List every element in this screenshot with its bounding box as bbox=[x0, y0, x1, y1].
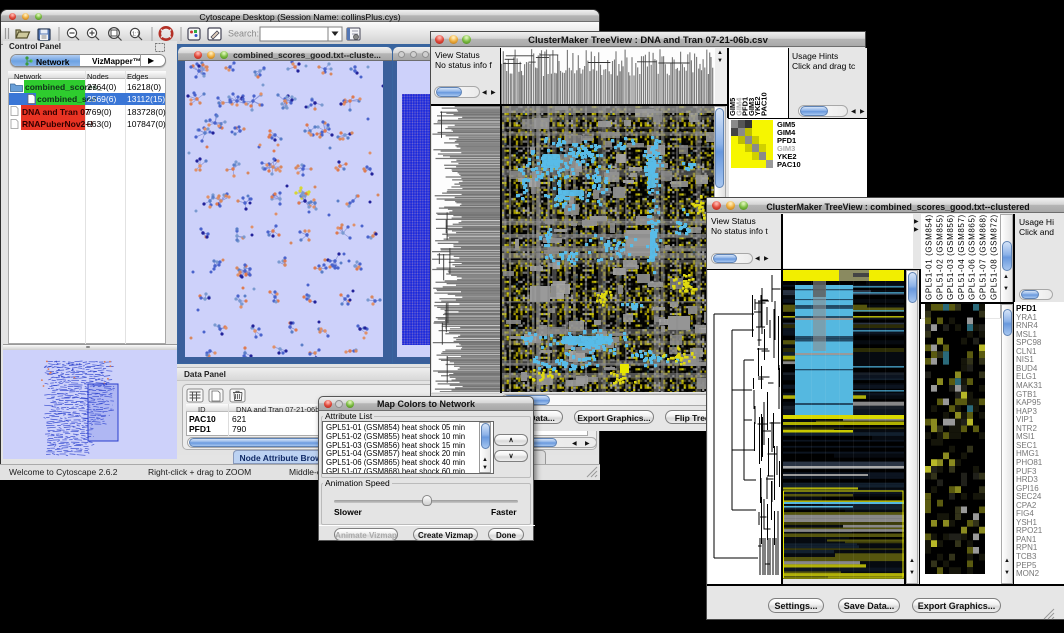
svg-text:GPL51-02 (GSM855): GPL51-02 (GSM855) bbox=[935, 214, 944, 300]
svg-text:GPL51-03 (GSM856): GPL51-03 (GSM856) bbox=[946, 214, 955, 300]
svg-text:GPL51-08 (GSM872): GPL51-08 (GSM872) bbox=[989, 214, 998, 300]
svg-text:Search:: Search: bbox=[228, 29, 259, 39]
svg-text:GPL51-01 (GSM854): GPL51-01 (GSM854) bbox=[925, 214, 934, 300]
svg-text:GPL51-04 (GSM857): GPL51-04 (GSM857) bbox=[957, 214, 966, 300]
svg-text:1:1: 1:1 bbox=[132, 32, 140, 38]
svg-text:PAC10: PAC10 bbox=[759, 92, 768, 116]
svg-text:GPL51-06 (GSM865): GPL51-06 (GSM865) bbox=[968, 214, 977, 300]
svg-text:GPL51-07 (GSM868): GPL51-07 (GSM868) bbox=[979, 214, 988, 300]
